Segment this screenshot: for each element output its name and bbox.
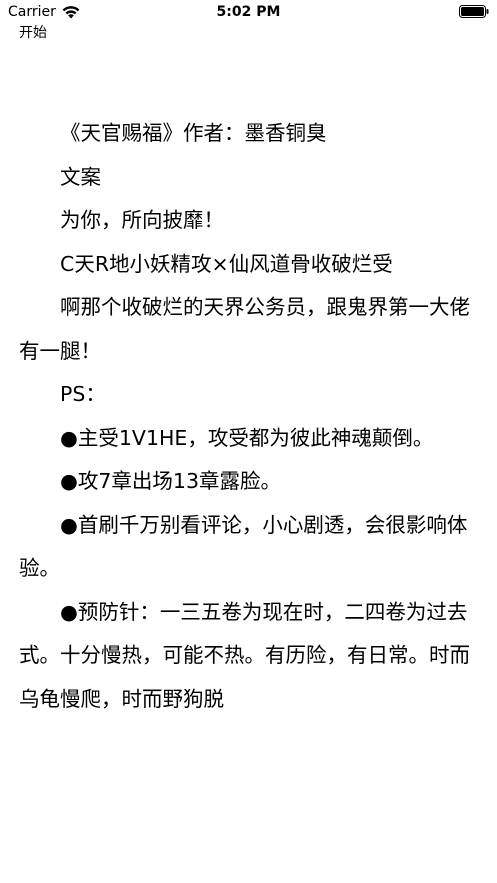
paragraph: ●主受1V1HE，攻受都为彼此神魂颠倒。 <box>60 425 434 450</box>
start-button[interactable]: 开始 <box>19 25 47 41</box>
status-time: 5:02 PM <box>216 4 281 20</box>
paragraph: PS： <box>60 382 106 406</box>
paragraph: 《天官赐福》作者：墨香铜臭 <box>60 121 327 145</box>
paragraph: ●攻7章出场13章露脸。 <box>60 469 282 493</box>
paragraph: ●预防针：一三五卷为现在时，二四卷为过去式。十分慢热，可能不热。有历险，有日常。… <box>19 599 470 711</box>
paragraph: 啊那个收破烂的天界公务员，跟鬼界第一大佬有一腿！ <box>19 295 470 363</box>
battery-icon <box>459 5 489 18</box>
paragraph: 为你，所向披靡！ <box>60 208 224 232</box>
status-bar: Carrier 5:02 PM <box>0 0 497 24</box>
paragraph: C天R地小妖精攻×仙风道骨收破烂受 <box>60 251 393 276</box>
paragraph: ●首刷千万别看评论，小心剧透，会很影响体验。 <box>19 512 468 581</box>
paragraph: 文案 <box>60 164 101 189</box>
reader-content: 《天官赐福》作者：墨香铜臭 文案为你，所向披靡！ C天R地小妖精攻×仙风道骨收破烂受… <box>19 112 479 721</box>
